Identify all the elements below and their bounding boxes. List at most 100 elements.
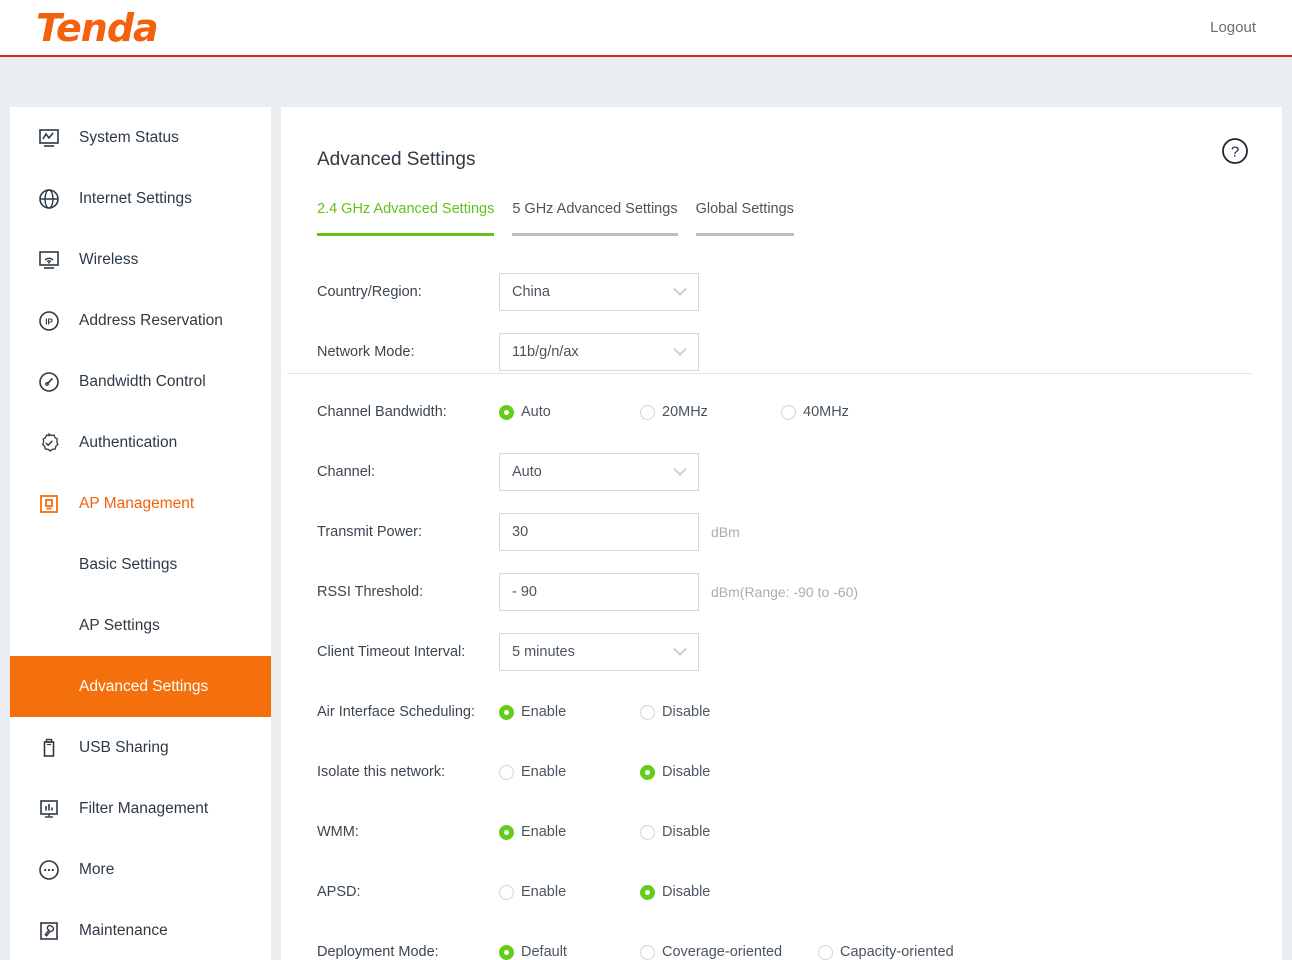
form-row-transmit-power: Transmit Power: 30 dBm [317, 502, 1252, 562]
radio-deployment-capacity-oriented[interactable]: Capacity-oriented [818, 944, 954, 960]
sidebar-item-address-reservation[interactable]: IP Address Reservation [10, 290, 271, 351]
sidebar-item-authentication[interactable]: Authentication [10, 412, 271, 473]
sidebar-item-bandwidth-control[interactable]: Bandwidth Control [10, 351, 271, 412]
country-select[interactable]: China [499, 273, 699, 311]
channel-select[interactable]: Auto [499, 453, 699, 491]
country-label: Country/Region: [317, 284, 422, 300]
rssi-threshold-label: RSSI Threshold: [317, 584, 424, 600]
radio-isolate-enable[interactable]: Enable [499, 764, 624, 780]
sidebar-item-internet-settings[interactable]: Internet Settings [10, 168, 271, 229]
sidebar-item-label: System Status [79, 128, 179, 146]
sidebar-item-advanced-settings[interactable]: Advanced Settings [10, 656, 271, 717]
network-mode-label: Network Mode: [317, 344, 415, 360]
radio-air-interface-disable[interactable]: Disable [640, 704, 710, 720]
radio-dot-icon [640, 944, 655, 960]
rssi-threshold-value: - 90 [512, 584, 537, 600]
chevron-down-icon [673, 344, 687, 360]
radio-apsd-enable[interactable]: Enable [499, 884, 624, 900]
form-row-wmm: WMM: Enable Disable [317, 802, 1252, 862]
client-timeout-select[interactable]: 5 minutes [499, 633, 699, 671]
tab-5ghz-advanced-settings[interactable]: 5 GHz Advanced Settings [512, 201, 678, 236]
sidebar-item-label: Address Reservation [79, 311, 223, 329]
sidebar-item-usb-sharing[interactable]: USB Sharing [10, 717, 271, 778]
form-row-client-timeout: Client Timeout Interval: 5 minutes [317, 622, 1252, 682]
sidebar-item-label: Authentication [79, 433, 178, 451]
sidebar-item-label: AP Settings [79, 616, 160, 634]
sidebar-item-label: More [79, 860, 115, 878]
ellipsis-circle-icon [36, 857, 62, 883]
form-row-air-interface-scheduling: Air Interface Scheduling: Enable Disable [317, 682, 1252, 742]
radio-air-interface-enable[interactable]: Enable [499, 704, 624, 720]
form-row-isolate-network: Isolate this network: Enable Disable [317, 742, 1252, 802]
main-panel: ? Advanced Settings 2.4 GHz Advanced Set… [281, 107, 1282, 960]
ap-device-icon [36, 491, 62, 517]
sidebar-nav: System Status Internet Settings Wireless… [10, 107, 271, 960]
client-timeout-label: Client Timeout Interval: [317, 644, 466, 660]
tab-bar: 2.4 GHz Advanced Settings 5 GHz Advanced… [317, 201, 1252, 236]
logout-button[interactable]: Logout [1210, 19, 1256, 36]
radio-wmm-disable[interactable]: Disable [640, 824, 710, 840]
radio-dot-icon [499, 404, 514, 420]
form-row-apsd: APSD: Enable Disable [317, 862, 1252, 922]
form-row-deployment-mode: Deployment Mode: Default Coverage-orient… [317, 922, 1252, 960]
sidebar-item-label: Maintenance [79, 921, 168, 939]
radio-dot-icon [640, 704, 655, 720]
sidebar-item-label: USB Sharing [79, 738, 169, 756]
radio-dot-icon [499, 824, 514, 840]
transmit-power-value: 30 [512, 524, 529, 540]
sidebar-item-ap-management[interactable]: AP Management [10, 473, 271, 534]
svg-text:IP: IP [45, 317, 53, 326]
svg-text:?: ? [1231, 144, 1239, 161]
radio-dot-icon [499, 944, 514, 960]
country-value: China [512, 284, 550, 300]
tab-24ghz-advanced-settings[interactable]: 2.4 GHz Advanced Settings [317, 201, 495, 236]
radio-bandwidth-20mhz[interactable]: 20MHz [640, 404, 765, 420]
sidebar-item-label: Internet Settings [79, 189, 192, 207]
sidebar-item-ap-settings[interactable]: AP Settings [10, 595, 271, 656]
ip-circle-icon: IP [36, 308, 62, 334]
monitor-chart-icon [36, 125, 62, 151]
tenda-logo: Tenda [36, 5, 159, 50]
sidebar-item-basic-settings[interactable]: Basic Settings [10, 534, 271, 595]
network-mode-select[interactable]: 11b/g/n/ax [499, 333, 699, 371]
form-row-channel: Channel: Auto [317, 442, 1252, 502]
radio-dot-icon [499, 764, 514, 780]
radio-wmm-enable[interactable]: Enable [499, 824, 624, 840]
sidebar-item-label: AP Management [79, 494, 195, 512]
radio-dot-icon [499, 884, 514, 900]
radio-bandwidth-40mhz[interactable]: 40MHz [781, 404, 849, 420]
question-circle-icon[interactable]: ? [1221, 137, 1249, 165]
sidebar-item-more[interactable]: More [10, 839, 271, 900]
radio-deployment-default[interactable]: Default [499, 944, 624, 960]
radio-isolate-disable[interactable]: Disable [640, 764, 710, 780]
wrench-icon [36, 918, 62, 944]
transmit-power-hint: dBm [711, 524, 740, 540]
radio-bandwidth-auto[interactable]: Auto [499, 404, 624, 420]
channel-bandwidth-label: Channel Bandwidth: [317, 404, 447, 420]
globe-icon [36, 186, 62, 212]
sidebar-item-maintenance[interactable]: Maintenance [10, 900, 271, 960]
radio-apsd-disable[interactable]: Disable [640, 884, 710, 900]
form-row-rssi-threshold: RSSI Threshold: - 90 dBm(Range: -90 to -… [317, 562, 1252, 622]
tab-global-settings[interactable]: Global Settings [695, 201, 794, 236]
chevron-down-icon [673, 644, 687, 660]
rssi-threshold-input[interactable]: - 90 [499, 573, 699, 611]
advanced-settings-form: Country/Region: China Network Mode: 11b/… [317, 262, 1252, 960]
sidebar-item-filter-management[interactable]: Filter Management [10, 778, 271, 839]
form-row-channel-bandwidth: Channel Bandwidth: Auto 20MHz 40MHz [317, 382, 1252, 442]
radio-dot-icon [640, 764, 655, 780]
sidebar-item-wireless[interactable]: Wireless [10, 229, 271, 290]
page-title: Advanced Settings [317, 149, 476, 170]
page-body: System Status Internet Settings Wireless… [0, 57, 1292, 960]
radio-deployment-coverage-oriented[interactable]: Coverage-oriented [640, 944, 802, 960]
channel-value: Auto [512, 464, 542, 480]
gauge-icon [36, 369, 62, 395]
tab-bar-rule [287, 373, 1252, 374]
transmit-power-label: Transmit Power: [317, 524, 423, 540]
radio-dot-icon [640, 824, 655, 840]
chevron-down-icon [673, 464, 687, 480]
filter-board-icon [36, 796, 62, 822]
usb-drive-icon [36, 735, 62, 761]
sidebar-item-system-status[interactable]: System Status [10, 107, 271, 168]
transmit-power-input[interactable]: 30 [499, 513, 699, 551]
